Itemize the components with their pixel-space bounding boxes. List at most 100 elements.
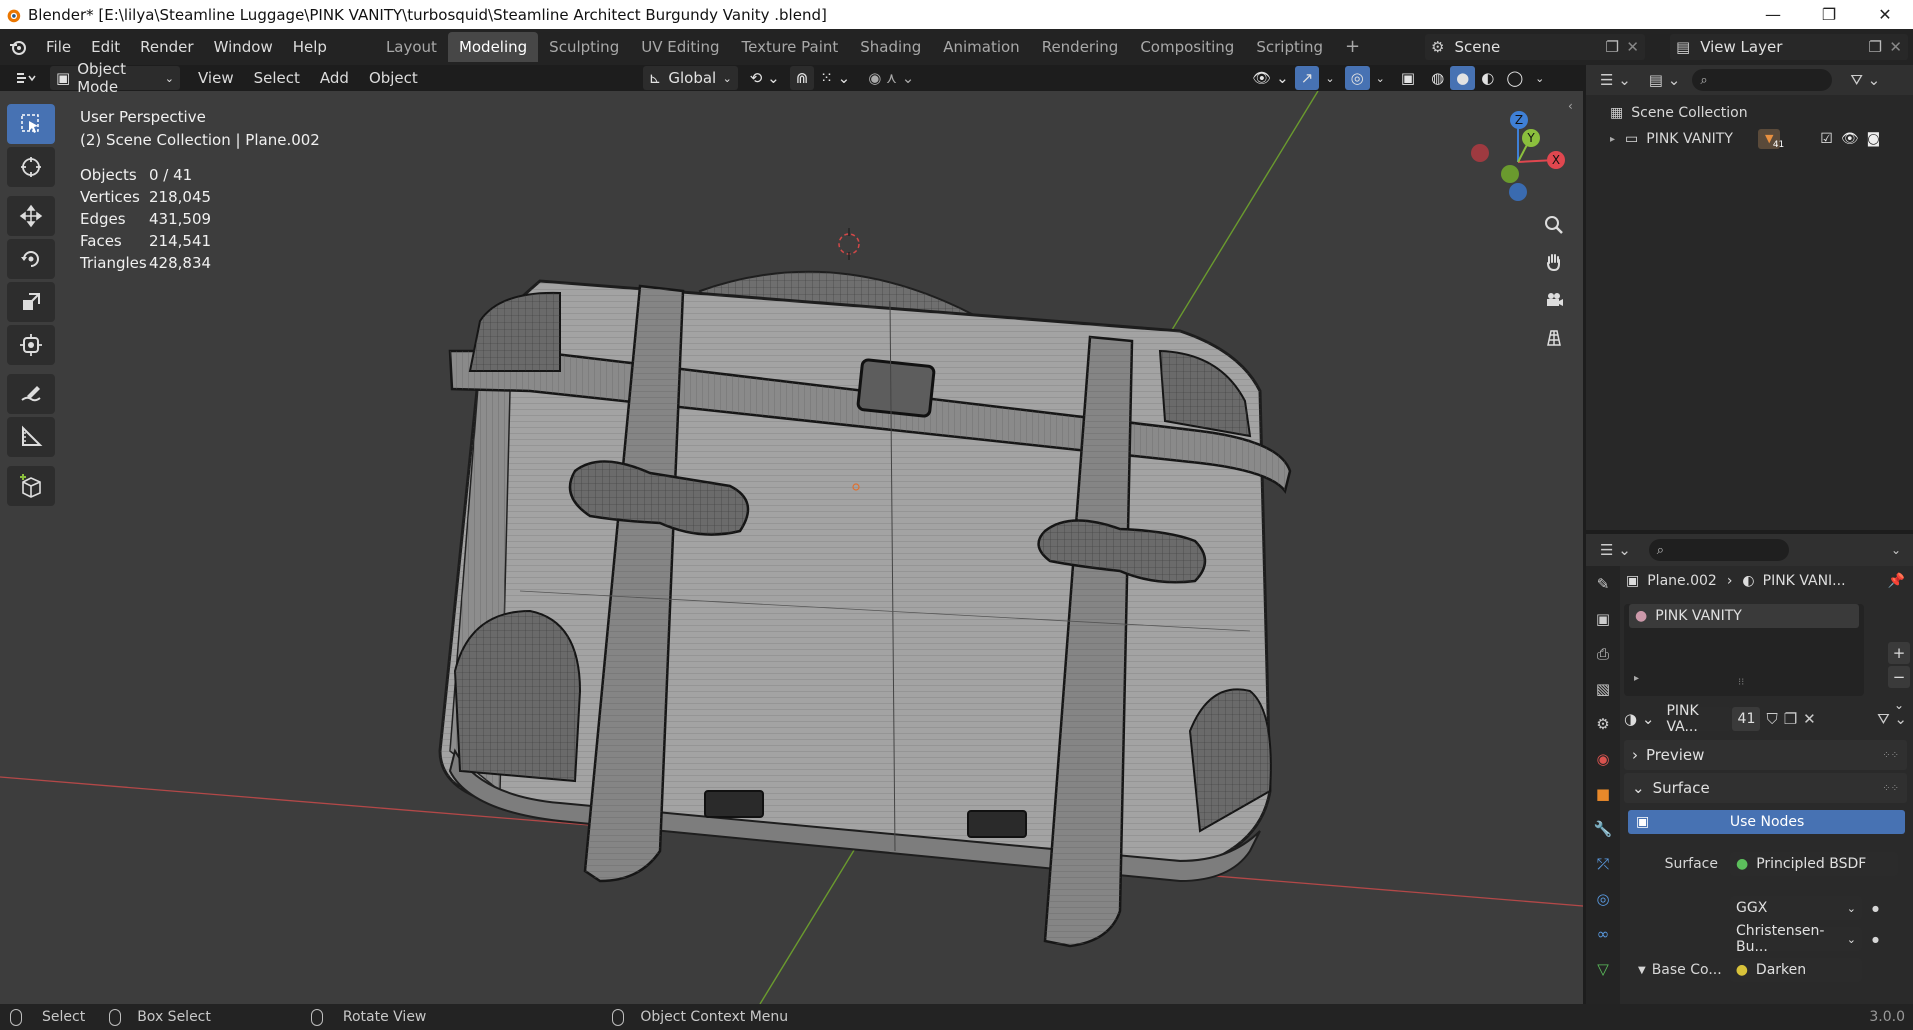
duplicate-icon[interactable]: ❐ [1784, 710, 1797, 728]
tool-tab-icon[interactable]: ✎ [1586, 566, 1620, 601]
select-box-tool[interactable] [7, 104, 55, 144]
fake-user-icon[interactable]: ⛉ [1766, 710, 1777, 728]
properties-editor-icon[interactable]: ☰ ⌄ [1600, 541, 1631, 559]
outliner-item-pink-vanity[interactable]: ▸ ▭ PINK VANITY ▼ 41 ☑ 👁 ◙ [1586, 126, 1913, 152]
menu-object[interactable]: Object [359, 64, 428, 92]
expand-down-icon[interactable]: ▼ [1638, 965, 1646, 976]
blender-menu-icon[interactable] [0, 37, 36, 57]
display-mode-icon[interactable]: ▤ ⌄ [1649, 71, 1681, 89]
menu-render[interactable]: Render [130, 33, 203, 61]
slot-add-button[interactable]: + [1888, 642, 1910, 664]
gizmo-x-label[interactable]: X [1547, 151, 1565, 169]
tab-compositing[interactable]: Compositing [1129, 32, 1245, 62]
material-name-field[interactable]: PINK VA... [1660, 703, 1733, 735]
new-view-layer-icon[interactable]: ❐ [1869, 38, 1882, 56]
object-tab-icon[interactable]: ■ [1586, 776, 1620, 811]
annotate-tool[interactable] [7, 374, 55, 414]
wireframe-shading-icon[interactable]: ◍ [1425, 66, 1450, 90]
3d-viewport[interactable]: Z X Y ‹ User Perspective (2) Scene Colle… [0, 91, 1583, 1004]
outliner-editor-icon[interactable]: ☰ ⌄ [1600, 71, 1631, 89]
mode-selector[interactable]: ▣ Object Mode ⌄ [50, 60, 180, 96]
gizmo-z-label[interactable]: Z [1510, 111, 1528, 129]
delete-scene-icon[interactable]: ✕ [1626, 38, 1639, 56]
overlay-toggle-icon[interactable]: ◎ [1344, 66, 1370, 90]
visibility-icon[interactable]: 👁 ⌄ [1246, 66, 1294, 90]
scale-tool[interactable] [7, 282, 55, 322]
constraints-tab-icon[interactable]: ∞ [1586, 916, 1620, 951]
modifier-tab-icon[interactable]: 🔧 [1586, 811, 1620, 846]
pivot-point-icon[interactable]: ⟲ ⌄ [744, 66, 786, 90]
camera-view-icon[interactable] [1537, 283, 1571, 317]
outliner-search-input[interactable]: ⌕ [1692, 69, 1833, 91]
rendered-shading-icon[interactable]: ◯ [1500, 66, 1529, 90]
overlay-menu-icon[interactable]: ⌄ [1370, 66, 1391, 90]
use-nodes-button[interactable]: ▣ Use Nodes [1628, 810, 1905, 834]
menu-view[interactable]: View [188, 64, 244, 92]
tab-animation[interactable]: Animation [932, 32, 1030, 62]
properties-search-input[interactable]: ⌕ [1648, 539, 1789, 561]
material-browse-icon[interactable]: ◑ ⌄ [1624, 710, 1654, 728]
base-color-field[interactable]: ● Darken [1729, 958, 1862, 982]
proportional-edit-icon[interactable]: ◉ ⋏ ⌄ [862, 66, 920, 90]
resize-handle-icon[interactable]: ⁝⁝ [1738, 677, 1744, 688]
world-tab-icon[interactable]: ◉ [1586, 741, 1620, 776]
close-button[interactable]: ✕ [1857, 0, 1913, 29]
tab-texture-paint[interactable]: Texture Paint [730, 32, 849, 62]
view-layer-tab-icon[interactable]: ▧ [1586, 671, 1620, 706]
menu-window[interactable]: Window [204, 33, 283, 61]
material-slot-list[interactable]: ● PINK VANITY ▸ ⁝⁝ [1624, 604, 1864, 696]
properties-options-icon[interactable]: ⌄ [1891, 543, 1901, 557]
add-workspace-button[interactable]: + [1334, 32, 1371, 62]
navigation-gizmo[interactable] [1471, 121, 1557, 201]
tab-uv-editing[interactable]: UV Editing [630, 32, 730, 62]
render-camera-icon[interactable]: ◙ [1867, 131, 1881, 147]
expand-icon[interactable]: ▸ [1610, 134, 1615, 145]
drag-handle-icon[interactable]: ⁘⁘ [1882, 750, 1899, 761]
snap-toggle-icon[interactable]: ⋒ [789, 66, 815, 90]
tab-shading[interactable]: Shading [849, 32, 932, 62]
sidebar-toggle-icon[interactable]: ‹ [1568, 99, 1573, 113]
solid-shading-icon[interactable]: ● [1450, 66, 1476, 90]
tab-rendering[interactable]: Rendering [1031, 32, 1130, 62]
pin-icon[interactable]: 📌 [1888, 573, 1905, 589]
distribution-dropdown[interactable]: GGX ⌄ [1730, 896, 1862, 920]
scene-tab-icon[interactable]: ⚙ [1586, 706, 1620, 741]
minimize-button[interactable]: — [1745, 0, 1801, 29]
physics-tab-icon[interactable]: ◎ [1586, 881, 1620, 916]
shading-menu-icon[interactable]: ⌄ [1529, 66, 1550, 90]
surface-shader-field[interactable]: ● Principled BSDF [1730, 852, 1898, 876]
gizmo-toggle-icon[interactable]: ↗ [1294, 66, 1320, 90]
tab-scripting[interactable]: Scripting [1245, 32, 1334, 62]
pan-hand-icon[interactable] [1537, 245, 1571, 279]
gizmo-menu-icon[interactable]: ⌄ [1319, 66, 1340, 90]
filter-icon[interactable]: ⛛ ⌄ [1850, 71, 1880, 89]
data-tab-icon[interactable]: ▽ [1586, 951, 1620, 986]
slot-remove-button[interactable]: − [1888, 666, 1910, 688]
menu-select[interactable]: Select [244, 64, 310, 92]
xray-toggle-icon[interactable]: ▣ [1395, 66, 1421, 90]
tab-modeling[interactable]: Modeling [447, 32, 539, 62]
render-tab-icon[interactable]: ▣ [1586, 601, 1620, 636]
menu-edit[interactable]: Edit [81, 33, 130, 61]
editor-type-icon[interactable] [8, 66, 42, 90]
delete-view-layer-icon[interactable]: ✕ [1889, 38, 1902, 56]
drag-handle-icon[interactable]: ⁘⁘ [1882, 783, 1899, 794]
tab-layout[interactable]: Layout [375, 32, 448, 62]
scene-selector[interactable]: ⚙ Scene ❐ ✕ [1425, 34, 1645, 60]
menu-add[interactable]: Add [310, 64, 359, 92]
socket-dot-icon[interactable]: ● [1872, 904, 1879, 913]
material-shading-icon[interactable]: ◐ [1475, 66, 1500, 90]
particles-tab-icon[interactable]: ⤱ [1586, 846, 1620, 881]
restore-button[interactable]: ❐ [1801, 0, 1857, 29]
subsurface-dropdown[interactable]: Christensen-Bu... ⌄ [1730, 923, 1862, 955]
preview-panel-header[interactable]: › Preview ⁘⁘ [1624, 740, 1907, 770]
ortho-grid-icon[interactable] [1537, 321, 1571, 355]
menu-file[interactable]: File [36, 33, 81, 61]
user-count[interactable]: 41 [1732, 707, 1761, 731]
transform-tool[interactable] [7, 325, 55, 365]
socket-dot-icon[interactable]: ● [1872, 935, 1879, 944]
material-slot-item[interactable]: ● PINK VANITY [1629, 604, 1859, 628]
slot-menu-button[interactable]: ⌄ [1888, 694, 1910, 716]
tab-sculpting[interactable]: Sculpting [538, 32, 630, 62]
unlink-icon[interactable]: ✕ [1803, 710, 1816, 728]
